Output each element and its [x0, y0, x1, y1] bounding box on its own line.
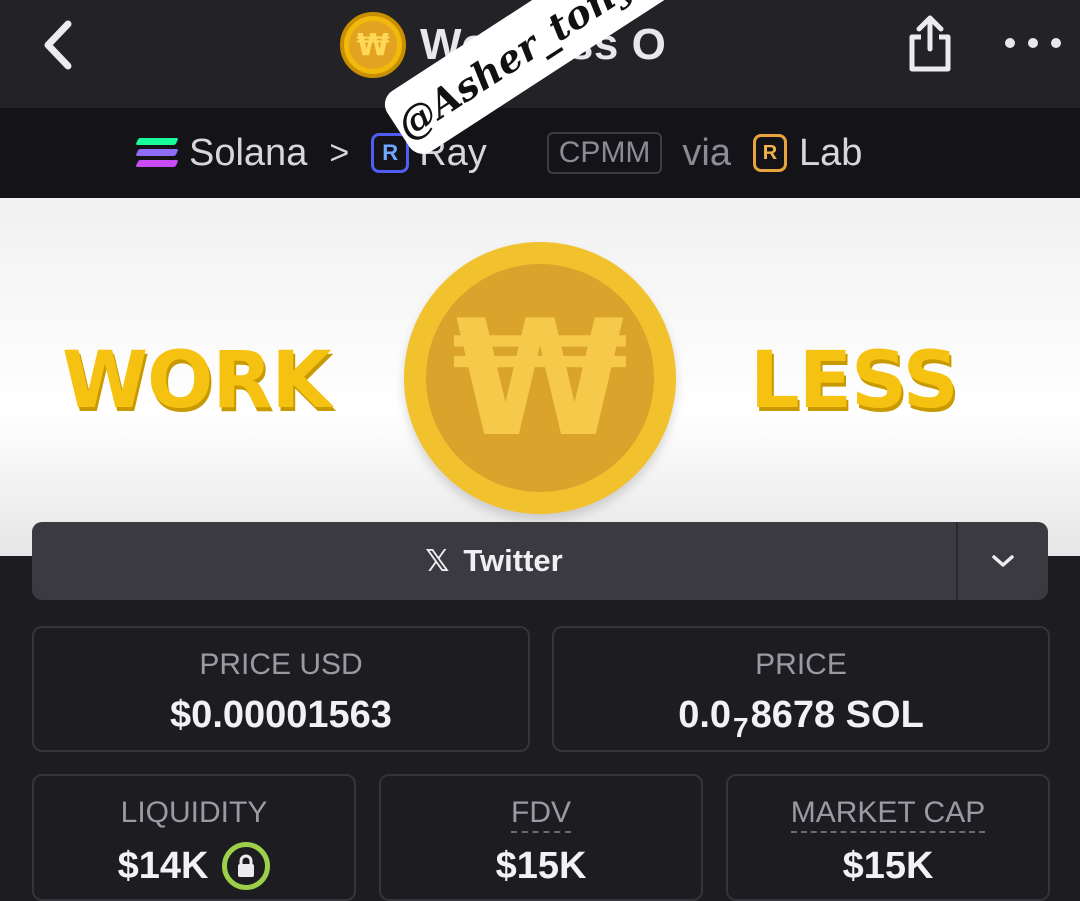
more-button[interactable] [1005, 28, 1061, 58]
more-dots-icon [1005, 38, 1015, 48]
social-links-bar: 𝕏 Twitter [32, 522, 1048, 600]
stat-price-native: PRICE 0.0 7 8678 SOL [552, 626, 1050, 752]
more-dots-icon [1028, 38, 1038, 48]
stat-market-cap[interactable]: MARKET CAP $15K [726, 774, 1050, 901]
share-icon [909, 15, 951, 72]
twitter-button[interactable]: 𝕏 Twitter [32, 522, 956, 600]
solana-icon [135, 136, 179, 170]
lab-icon: R [753, 134, 787, 172]
pool-type-badge: CPMM [546, 132, 663, 174]
banner-coin-logo: ₩ [404, 242, 676, 514]
liquidity-value: $14K [117, 844, 209, 887]
breadcrumb: Solana > R Ray CPMM via R Lab [0, 108, 1080, 198]
stat-value: $15K [842, 844, 934, 887]
token-logo-glyph: ₩ [349, 21, 397, 69]
stat-label: PRICE [755, 648, 847, 681]
social-dropdown-button[interactable] [956, 522, 1048, 600]
banner-word-right: LESS [750, 336, 959, 426]
stat-label: MARKET CAP [790, 796, 986, 833]
chevron-left-icon [44, 20, 72, 70]
price-suffix: 8678 SOL [750, 694, 924, 736]
stat-label: FDV [511, 796, 571, 833]
price-prefix: 0.0 [678, 694, 732, 736]
stat-liquidity: LIQUIDITY $14K [32, 774, 356, 901]
banner-coin-glyph: ₩ [426, 264, 654, 492]
stat-value: $14K [118, 842, 271, 890]
via-label: via [682, 131, 731, 174]
stat-label: LIQUIDITY [120, 796, 268, 829]
chevron-down-icon [992, 555, 1014, 567]
x-logo-icon: 𝕏 [425, 543, 450, 579]
source-label[interactable]: Lab [799, 132, 862, 175]
chain-label: Solana [189, 131, 308, 174]
token-logo: ₩ [340, 12, 406, 78]
more-dots-icon [1051, 38, 1061, 48]
breadcrumb-separator: > [329, 133, 350, 172]
lock-icon[interactable] [222, 842, 271, 890]
banner-word-left: WORK [62, 336, 332, 426]
stat-value: 0.0 7 8678 SOL [678, 694, 924, 743]
stat-fdv[interactable]: FDV $15K [379, 774, 703, 901]
breadcrumb-chain[interactable]: Solana [135, 132, 307, 175]
back-button[interactable] [30, 18, 84, 72]
stat-value: $0.00001563 [170, 694, 392, 736]
twitter-label: Twitter [463, 543, 563, 578]
stat-label: PRICE USD [199, 648, 363, 681]
price-zero-count: 7 [733, 711, 749, 743]
stat-value: $15K [495, 844, 587, 887]
stat-price-usd: PRICE USD $0.00001563 [32, 626, 530, 752]
share-button[interactable] [904, 12, 956, 74]
token-banner: WORK ₩ LESS [0, 198, 1080, 556]
